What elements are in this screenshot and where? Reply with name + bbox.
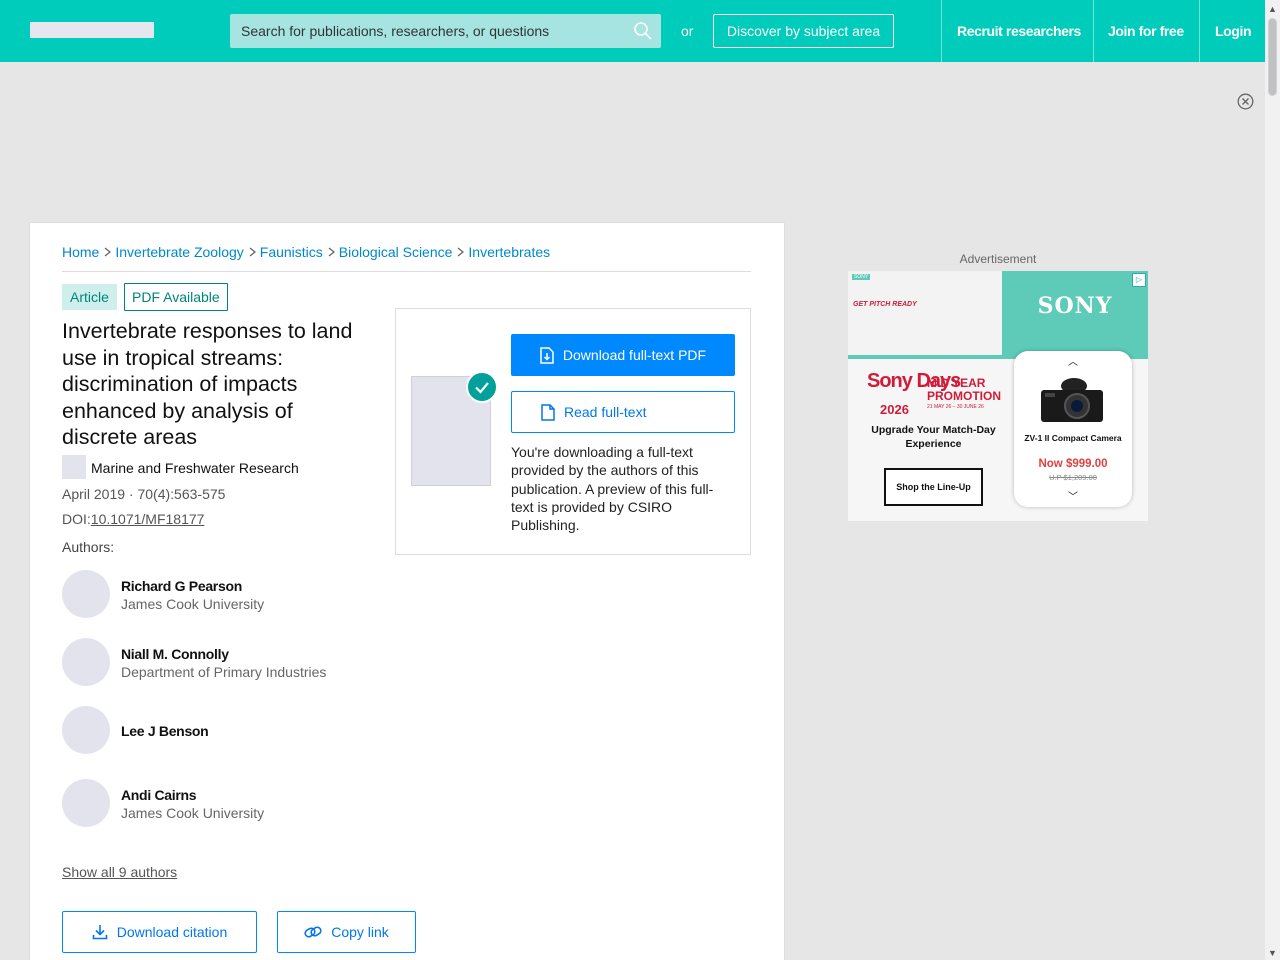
sony-logo: SONY: [1037, 293, 1113, 319]
sony-advertisement-banner[interactable]: SONY GET PITCH READY SONY ▷ Sony Days 20…: [848, 271, 1148, 521]
journal-name-link[interactable]: Marine and Freshwater Research: [91, 460, 299, 476]
author-item[interactable]: Niall M. Connolly Department of Primary …: [62, 638, 402, 688]
download-icon: [92, 925, 108, 940]
product-name: ZV-1 II Compact Camera: [1024, 433, 1122, 443]
ad-field-image: [848, 271, 1002, 355]
avatar[interactable]: [62, 779, 110, 827]
or-label: or: [681, 23, 694, 39]
breadcrumb: Home Invertebrate Zoology Faunistics Biolog…: [62, 244, 550, 260]
breadcrumb-item-invertebrates[interactable]: Invertebrates: [468, 244, 550, 260]
scroll-down-arrow-icon[interactable]: ▼: [1268, 948, 1277, 958]
download-note: You're downloading a full-text provided …: [511, 444, 714, 534]
avatar[interactable]: [62, 706, 110, 754]
download-citation-button[interactable]: Download citation: [62, 911, 257, 953]
camera-image: [1041, 378, 1103, 422]
product-price: Now $999.00: [1038, 458, 1108, 470]
ad-sony-small-tag: SONY: [852, 274, 871, 280]
download-pdf-label: Download full-text PDF: [562, 347, 707, 363]
close-ad-icon[interactable]: [1237, 93, 1254, 110]
chevron-right-icon: [104, 247, 112, 257]
chevron-up-icon[interactable]: ︿: [1014, 353, 1132, 368]
ad-tagline: GET PITCH READY: [853, 301, 917, 308]
breadcrumb-item-home[interactable]: Home: [62, 244, 99, 260]
verified-check-badge: [466, 371, 498, 403]
divider: [62, 271, 751, 272]
author-institution[interactable]: Department of Primary Industries: [121, 664, 326, 680]
ad-teal-stripe: [848, 355, 1002, 359]
chevron-right-icon: [328, 247, 335, 257]
top-navigation-bar: Search for publications, researchers, or…: [0, 0, 1265, 62]
copy-link-button[interactable]: Copy link: [277, 911, 416, 953]
ad-headline: Upgrade Your Match-Day Experience: [871, 424, 996, 450]
author-name[interactable]: Andi Cairns: [121, 787, 197, 803]
breadcrumb-item-invertebrate-zoology[interactable]: Invertebrate Zoology: [115, 244, 243, 260]
show-all-authors-link[interactable]: Show all 9 authors: [62, 864, 177, 880]
nav-divider: [941, 0, 942, 62]
download-citation-label: Download citation: [116, 924, 228, 940]
full-text-download-panel: Download full-text PDF Read full-text Yo…: [395, 308, 751, 555]
chevron-down-icon[interactable]: ﹀: [1014, 488, 1132, 503]
search-icon[interactable]: [633, 21, 653, 41]
check-icon: [475, 382, 489, 394]
recruit-researchers-link[interactable]: Recruit researchers: [957, 23, 1081, 39]
link-icon: [304, 926, 322, 938]
avatar[interactable]: [62, 570, 110, 618]
nav-divider: [1199, 0, 1200, 62]
author-name[interactable]: Lee J Benson: [121, 723, 209, 739]
author-item[interactable]: Andi Cairns James Cook University: [62, 779, 402, 829]
author-institution[interactable]: James Cook University: [121, 596, 264, 612]
chevron-right-icon: [458, 247, 465, 257]
breadcrumb-item-faunistics[interactable]: Faunistics: [260, 244, 323, 260]
file-download-icon: [540, 346, 554, 364]
avatar[interactable]: [62, 638, 110, 686]
doi-link[interactable]: 10.1071/MF18177: [91, 511, 205, 527]
read-full-text-button[interactable]: Read full-text: [511, 391, 735, 433]
page-title: Invertebrate responses to land use in tr…: [62, 319, 353, 449]
author-item[interactable]: Richard G Pearson James Cook University: [62, 570, 402, 620]
join-for-free-link[interactable]: Join for free: [1108, 23, 1184, 39]
login-link[interactable]: Login: [1215, 23, 1252, 39]
article-type-badge: Article: [62, 284, 117, 310]
breadcrumb-item-biological-science[interactable]: Biological Science: [339, 244, 453, 260]
publication-date-volume: April 2019 · 70(4):563-575: [62, 486, 226, 502]
mid-year-promotion: MID YEAR PROMOTION: [927, 376, 1001, 403]
doi-label: DOI:: [62, 511, 91, 527]
author-institution[interactable]: James Cook University: [121, 805, 264, 821]
nav-divider: [1093, 0, 1094, 62]
journal-logo: [62, 455, 86, 479]
sony-days-year: 2026: [880, 402, 909, 417]
shop-the-line-up-button[interactable]: Shop the Line-Up: [884, 468, 983, 506]
chevron-right-icon: [249, 247, 256, 257]
search-placeholder: Search for publications, researchers, or…: [241, 23, 550, 39]
author-name[interactable]: Niall M. Connolly: [121, 646, 229, 662]
pdf-available-badge: PDF Available: [124, 283, 228, 311]
scrollbar-thumb[interactable]: [1268, 18, 1277, 96]
authors-label: Authors:: [62, 539, 115, 555]
document-icon: [541, 403, 555, 421]
product-carousel-card[interactable]: ︿ ZV-1 II Compact Camera Now $999.00 U.P…: [1014, 351, 1132, 507]
page-scrollbar[interactable]: ▲ ▼: [1265, 0, 1280, 960]
copy-link-label: Copy link: [331, 924, 389, 940]
product-old-price: U.P $1,209.00: [1049, 473, 1097, 482]
site-logo[interactable]: [30, 22, 154, 38]
adchoices-icon[interactable]: ▷: [1132, 273, 1146, 287]
read-full-text-label: Read full-text: [564, 404, 647, 420]
promotion-dates: 21 MAY 26 – 30 JUNE 26: [927, 404, 984, 410]
advertisement-label: Advertisement: [959, 252, 1037, 266]
author-item[interactable]: Lee J Benson: [62, 706, 402, 756]
discover-by-subject-button[interactable]: Discover by subject area: [713, 14, 894, 48]
author-name[interactable]: Richard G Pearson: [121, 578, 242, 594]
search-input[interactable]: Search for publications, researchers, or…: [230, 14, 661, 48]
doi: DOI:10.1071/MF18177: [62, 511, 204, 527]
download-full-text-pdf-button[interactable]: Download full-text PDF: [511, 334, 735, 376]
scroll-up-arrow-icon[interactable]: ▲: [1268, 4, 1277, 14]
publication-card: Home Invertebrate Zoology Faunistics Biolog…: [30, 223, 784, 960]
